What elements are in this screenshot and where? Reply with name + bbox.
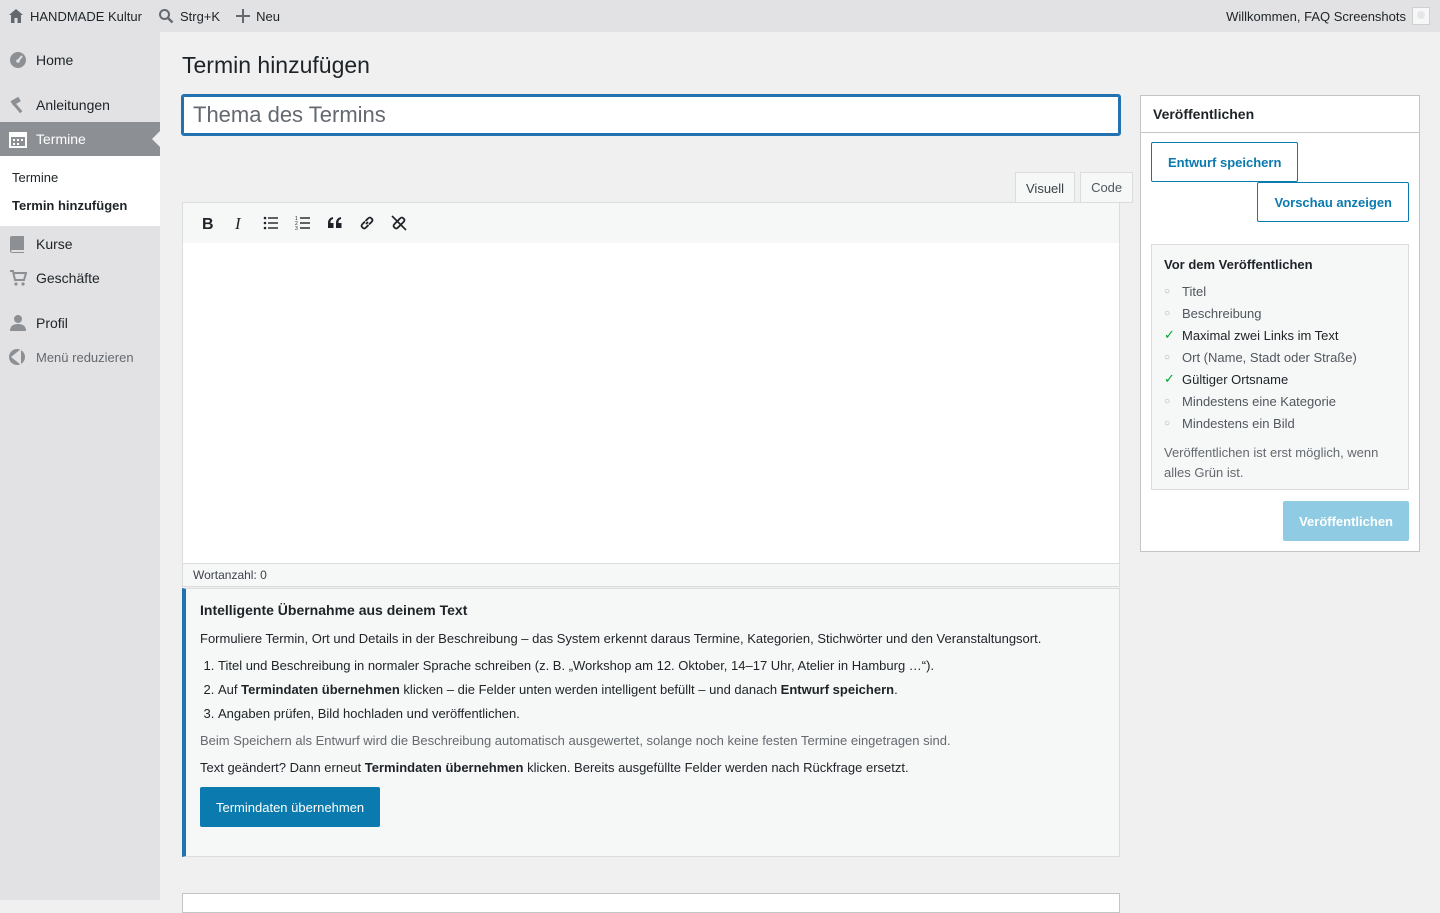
svg-text:B: B xyxy=(202,216,214,231)
sidebar-item-profil[interactable]: Profil xyxy=(0,306,160,340)
checkmark-icon: ✓ xyxy=(1164,371,1175,386)
book-icon xyxy=(10,236,24,253)
checklist-item: ○ Titel xyxy=(1164,283,1207,299)
bullet-list-icon xyxy=(263,216,278,230)
tab-code[interactable]: Code xyxy=(1080,172,1134,203)
sidebar-item-kurse[interactable]: Kurse xyxy=(0,227,160,261)
site-name-link[interactable]: HANDMADE Kultur xyxy=(0,0,150,32)
pending-circle-icon: ○ xyxy=(1164,417,1171,429)
italic-icon: I xyxy=(234,215,242,231)
new-content-label: Neu xyxy=(256,8,280,24)
user-menu[interactable]: Willkommen, FAQ Screenshots xyxy=(1226,7,1440,25)
checklist-item: ○ Mindestens eine Kategorie xyxy=(1164,393,1336,409)
event-title-input[interactable] xyxy=(181,94,1121,136)
preview-button[interactable]: Vorschau anzeigen xyxy=(1257,182,1409,222)
pending-circle-icon: ○ xyxy=(1164,351,1171,363)
checklist-item: ○ Beschreibung xyxy=(1164,305,1262,321)
calendar-icon xyxy=(9,132,27,148)
sidebar-item-label: Home xyxy=(36,52,74,68)
notice-auto-note: Beim Speichern als Entwurf wird die Besc… xyxy=(200,733,951,748)
notice-step-3: Angaben prüfen, Bild hochladen und veröf… xyxy=(218,706,1105,722)
notice-intro: Formuliere Termin, Ort und Details in de… xyxy=(200,631,1042,646)
editor-tabs: Visuell Code xyxy=(1010,172,1134,204)
insert-link-button[interactable] xyxy=(351,208,383,238)
avatar xyxy=(1412,7,1430,25)
collapse-icon xyxy=(9,349,25,365)
bold-icon: B xyxy=(202,216,214,231)
smart-import-notice: Intelligente Übernahme aus deinem Text F… xyxy=(182,588,1120,857)
blockquote-button[interactable] xyxy=(319,208,351,238)
sidebar-item-label: Termine xyxy=(36,131,86,147)
sidebar-item-home[interactable]: Home xyxy=(0,43,160,77)
admin-bar: HANDMADE Kultur Strg+K Neu Willkommen, F… xyxy=(0,0,1440,32)
word-count: Wortanzahl: 0 xyxy=(182,563,1120,587)
notice-steps: Titel und Beschreibung in normaler Sprac… xyxy=(200,658,1105,722)
editor-toolbar: B I 123 xyxy=(182,202,1120,244)
site-name-label: HANDMADE Kultur xyxy=(30,8,142,24)
cart-icon xyxy=(10,270,27,286)
home-icon xyxy=(9,9,23,23)
editor-content-area[interactable] xyxy=(182,243,1120,564)
search-shortcut-label: Strg+K xyxy=(179,8,221,24)
checklist-item: ✓ Gültiger Ortsname xyxy=(1164,371,1289,387)
sidebar-item-label: Profil xyxy=(36,315,68,331)
admin-sidebar: Home Anleitungen Termine Termine Termin … xyxy=(0,32,160,900)
italic-button[interactable]: I xyxy=(223,208,255,238)
apply-event-data-button[interactable]: Termindaten übernehmen xyxy=(200,787,381,827)
sidebar-item-anleitungen[interactable]: Anleitungen xyxy=(0,88,160,122)
pending-circle-icon: ○ xyxy=(1164,307,1171,319)
sidebar-item-geschaefte[interactable]: Geschäfte xyxy=(0,261,160,295)
user-icon xyxy=(10,315,26,331)
save-draft-button[interactable]: Entwurf speichern xyxy=(1151,142,1299,182)
checklist-item: ○ Mindestens ein Bild xyxy=(1164,415,1295,431)
publish-box-heading: Veröffentlichen xyxy=(1141,96,1419,133)
search-icon xyxy=(158,9,174,24)
svg-text:3: 3 xyxy=(295,226,298,231)
numbered-list-icon: 123 xyxy=(295,216,310,231)
new-content-link[interactable]: Neu xyxy=(228,0,288,32)
notice-heading: Intelligente Übernahme aus deinem Text xyxy=(200,602,468,618)
checklist-hint: Veröffentlichen ist erst möglich, wenn a… xyxy=(1164,445,1379,480)
tab-visual[interactable]: Visuell xyxy=(1015,172,1076,204)
submenu-item-termine[interactable]: Termine xyxy=(0,163,160,191)
publish-box: Veröffentlichen Entwurf speichern Vorsch… xyxy=(1140,95,1420,552)
sidebar-item-label: Anleitungen xyxy=(36,97,110,113)
checklist-item: ○ Ort (Name, Stadt oder Straße) xyxy=(1164,349,1357,365)
link-icon xyxy=(360,216,374,230)
bullet-list-button[interactable] xyxy=(255,208,287,238)
bold-button[interactable]: B xyxy=(191,208,223,238)
greeting-text: Willkommen, FAQ Screenshots xyxy=(1226,8,1406,24)
search-shortcut[interactable]: Strg+K xyxy=(150,0,228,32)
hammer-icon xyxy=(10,96,23,114)
collapse-menu-button[interactable]: Menü reduzieren xyxy=(0,340,160,374)
dashboard-icon xyxy=(10,52,26,68)
pending-circle-icon: ○ xyxy=(1164,395,1171,407)
pending-circle-icon: ○ xyxy=(1164,285,1171,297)
collapse-menu-label: Menü reduzieren xyxy=(36,349,134,365)
checklist-heading: Vor dem Veröffentlichen xyxy=(1164,257,1313,272)
svg-text:I: I xyxy=(234,215,242,231)
quote-icon xyxy=(328,217,342,228)
notice-changed-text: Text geändert? Dann erneut Termindaten ü… xyxy=(200,760,909,775)
termine-submenu: Termine Termin hinzufügen xyxy=(0,156,160,226)
numbered-list-button[interactable]: 123 xyxy=(287,208,319,238)
publish-checklist: Vor dem Veröffentlichen ○ Titel ○ Beschrei… xyxy=(1151,244,1409,490)
remove-link-button[interactable] xyxy=(383,208,415,238)
publish-button[interactable]: Veröffentlichen xyxy=(1283,501,1409,541)
sidebar-item-label: Geschäfte xyxy=(36,270,100,286)
plus-icon xyxy=(236,9,251,23)
notice-step-1: Titel und Beschreibung in normaler Sprac… xyxy=(218,658,1105,674)
next-metabox xyxy=(182,893,1120,913)
sidebar-item-termine[interactable]: Termine xyxy=(0,122,160,156)
unlink-icon xyxy=(391,215,407,231)
notice-step-2: Auf Termindaten übernehmen klicken – die… xyxy=(218,682,1105,698)
sidebar-item-label: Kurse xyxy=(36,236,73,252)
submenu-item-termin-hinzufuegen[interactable]: Termin hinzufügen xyxy=(0,191,160,219)
page-title: Termin hinzufügen xyxy=(182,52,370,78)
checklist-item: ✓ Maximal zwei Links im Text xyxy=(1164,327,1339,343)
checkmark-icon: ✓ xyxy=(1164,327,1175,342)
